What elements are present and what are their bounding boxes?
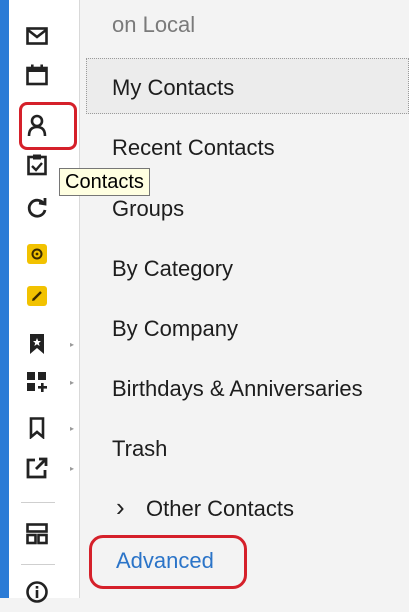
nav-item-by-category[interactable]: By Category bbox=[112, 256, 233, 282]
contacts-tooltip: Contacts bbox=[59, 168, 150, 196]
icon-divider-bottom bbox=[21, 564, 55, 565]
nav-item-groups[interactable]: Groups bbox=[112, 196, 184, 222]
account-label: on Local bbox=[112, 12, 196, 37]
nav-item-by-company[interactable]: By Company bbox=[112, 316, 238, 342]
bookmark-outline-caret[interactable]: ▸ bbox=[70, 424, 74, 433]
external-link-caret[interactable]: ▸ bbox=[70, 464, 74, 473]
settings-gear-icon[interactable] bbox=[9, 234, 65, 274]
sync-icon[interactable] bbox=[9, 188, 65, 228]
mail-icon[interactable] bbox=[9, 16, 65, 56]
other-contacts-toggle[interactable]: › Other Contacts bbox=[116, 492, 294, 522]
info-icon[interactable] bbox=[9, 572, 65, 612]
add-apps-icon[interactable] bbox=[9, 362, 65, 402]
pencil-edit-icon[interactable] bbox=[9, 276, 65, 316]
other-contacts-label: Other Contacts bbox=[146, 496, 294, 521]
nav-item-my-contacts[interactable]: My Contacts bbox=[112, 75, 234, 101]
bookmark-outline-icon[interactable] bbox=[9, 408, 65, 448]
advanced-highlight-annotation bbox=[89, 535, 247, 589]
icon-sidebar: ▸ ▸ ▸ ▸ bbox=[9, 0, 80, 603]
layout-grid-icon[interactable] bbox=[9, 514, 65, 554]
nav-item-birthdays[interactable]: Birthdays & Anniversaries bbox=[112, 376, 363, 402]
nav-item-trash[interactable]: Trash bbox=[112, 436, 167, 462]
chevron-right-icon: › bbox=[116, 492, 125, 522]
nav-item-recent-contacts[interactable]: Recent Contacts bbox=[112, 135, 275, 161]
external-link-icon[interactable] bbox=[9, 448, 65, 488]
bookmark-expand-caret[interactable]: ▸ bbox=[70, 340, 74, 349]
window-edge bbox=[0, 0, 9, 598]
apps-expand-caret[interactable]: ▸ bbox=[70, 378, 74, 387]
contacts-highlight-annotation bbox=[19, 102, 77, 150]
tasks-icon[interactable] bbox=[9, 148, 65, 182]
calendar-icon[interactable] bbox=[9, 55, 65, 95]
icon-divider bbox=[21, 502, 55, 503]
bookmark-icon[interactable] bbox=[9, 324, 65, 364]
